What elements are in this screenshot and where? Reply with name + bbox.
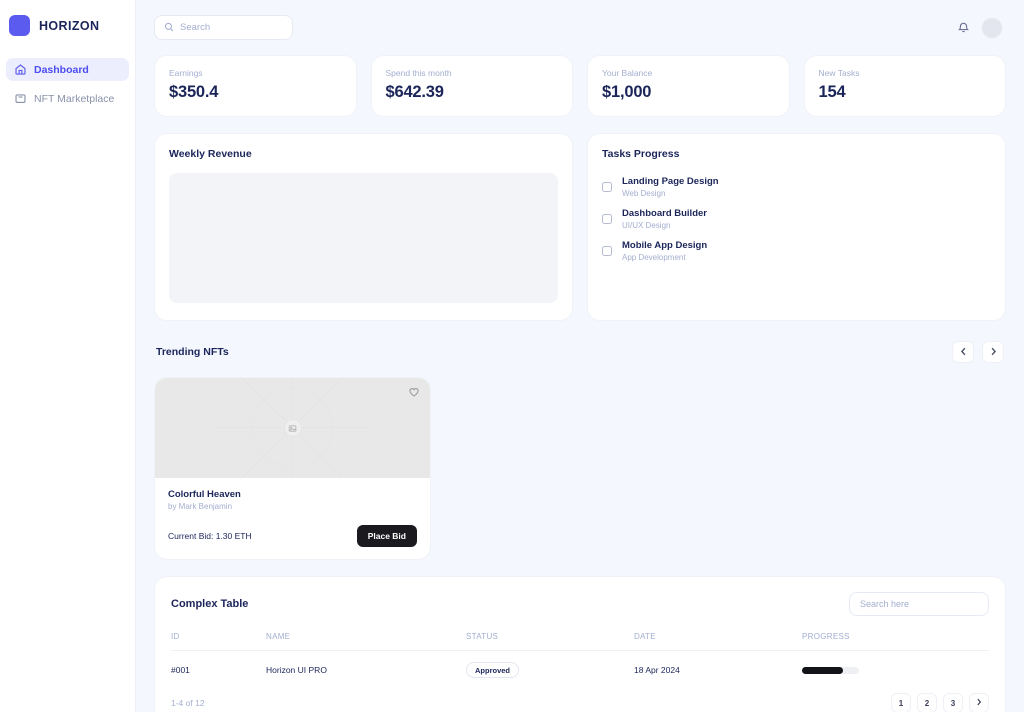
cell-name: Horizon UI PRO: [266, 665, 327, 675]
task-name: Mobile App Design: [622, 240, 708, 251]
stat-card-new-tasks: New Tasks 154: [803, 55, 1006, 117]
panels-row: Weekly Revenue Tasks Progress Landing Pa…: [154, 133, 1006, 321]
heart-icon[interactable]: [408, 385, 420, 397]
chevron-right-icon: [990, 343, 997, 361]
image-icon: [283, 419, 302, 437]
table-row[interactable]: #001 Horizon UI PRO Approved 18 Apr 2024: [171, 651, 989, 679]
task-checkbox[interactable]: [602, 246, 612, 256]
brand-name: HORIZON: [39, 18, 100, 33]
task-item[interactable]: Dashboard Builder UI/UX Design: [602, 206, 991, 232]
search-input[interactable]: [180, 22, 283, 33]
sidebar: HORIZON Dashboard NFT Marketplace: [0, 0, 136, 712]
task-category: UI/UX Design: [622, 221, 671, 230]
stat-value: 154: [818, 83, 846, 101]
revenue-chart-placeholder: [169, 173, 558, 303]
stat-label: New Tasks: [818, 68, 860, 78]
home-icon: [14, 63, 27, 76]
table-title: Complex Table: [171, 598, 249, 610]
topbar: [154, 0, 1006, 55]
avatar[interactable]: [982, 17, 1002, 38]
stat-label: Your Balance: [602, 68, 653, 78]
nft-details: Colorful Heaven by Mark Benjamin Current…: [155, 478, 430, 559]
sidebar-item-label: NFT Marketplace: [34, 92, 115, 105]
stat-label: Earnings: [169, 68, 203, 78]
task-item[interactable]: Landing Page Design Web Design: [602, 174, 991, 200]
chevron-left-icon: [960, 343, 967, 361]
task-name: Dashboard Builder: [622, 208, 707, 219]
page-button-3[interactable]: 3: [943, 693, 963, 712]
search-bar[interactable]: [154, 15, 293, 40]
main-content: Earnings $350.4 Spend this month $642.39…: [136, 0, 1024, 712]
table-head: ID NAME STATUS DATE PROGRESS: [171, 632, 989, 651]
column-header-status: STATUS: [466, 632, 634, 651]
task-checkbox[interactable]: [602, 182, 612, 192]
sidebar-item-dashboard[interactable]: Dashboard: [6, 58, 129, 81]
task-list: Landing Page Design Web Design Dashboard…: [602, 174, 991, 264]
dashboard-app: HORIZON Dashboard NFT Marketplace Search…: [0, 0, 1024, 712]
chevron-right-icon: [976, 698, 982, 708]
nft-current-bid: Current Bid: 1.30 ETH: [168, 531, 252, 541]
nft-author: by Mark Benjamin: [168, 502, 233, 511]
progress-bar-fill: [802, 666, 844, 674]
page-button-2[interactable]: 2: [917, 693, 937, 712]
page-next-button[interactable]: [969, 693, 989, 712]
data-table: ID NAME STATUS DATE PROGRESS #001 Horizo…: [171, 632, 989, 678]
trending-title: Trending NFTs: [156, 346, 229, 358]
carousel-next-button[interactable]: [982, 341, 1004, 363]
trending-header: Trending NFTs: [154, 341, 1006, 363]
status-badge: Approved: [466, 662, 520, 678]
pagination: 1 2 3: [891, 693, 989, 712]
nft-card[interactable]: Colorful Heaven by Mark Benjamin Current…: [154, 377, 431, 560]
tasks-progress-panel: Tasks Progress Landing Page Design Web D…: [587, 133, 1006, 321]
cell-id: #001: [171, 665, 190, 675]
stat-card-spend-this-month: Spend this month $642.39: [370, 55, 573, 117]
sidebar-nav: Dashboard NFT Marketplace: [0, 58, 135, 110]
table-header-row: Complex Table: [171, 592, 989, 616]
progress-bar: [802, 666, 859, 674]
column-header-name: NAME: [266, 632, 466, 651]
carousel-arrows: [952, 341, 1004, 363]
cell-progress: [802, 651, 989, 679]
sidebar-item-nft-marketplace[interactable]: NFT Marketplace: [6, 87, 129, 110]
task-category: Web Design: [622, 189, 666, 198]
table-body: #001 Horizon UI PRO Approved 18 Apr 2024: [171, 651, 989, 679]
task-category: App Development: [622, 253, 686, 262]
brand: HORIZON: [0, 9, 135, 39]
carousel-prev-button[interactable]: [952, 341, 974, 363]
stat-value: $642.39: [385, 83, 444, 101]
column-header-progress: PROGRESS: [802, 632, 989, 651]
panel-title: Weekly Revenue: [169, 148, 252, 160]
sidebar-item-label: Dashboard: [34, 63, 89, 76]
task-name: Landing Page Design: [622, 176, 719, 187]
stat-value: $350.4: [169, 83, 219, 101]
task-item[interactable]: Mobile App Design App Development: [602, 238, 991, 264]
stat-card-your-balance: Your Balance $1,000: [587, 55, 790, 117]
table-header: ID NAME STATUS DATE PROGRESS: [171, 632, 989, 651]
table-footer: 1-4 of 12 1 2 3: [171, 693, 989, 712]
stat-label: Spend this month: [385, 68, 452, 78]
place-bid-button[interactable]: Place Bid: [356, 525, 417, 547]
nft-image: [155, 378, 430, 478]
cell-date: 18 Apr 2024: [634, 665, 680, 675]
task-checkbox[interactable]: [602, 214, 612, 224]
stat-cards: Earnings $350.4 Spend this month $642.39…: [154, 55, 1006, 117]
search-icon: [164, 19, 174, 37]
column-header-date: DATE: [634, 632, 802, 651]
stat-card-earnings: Earnings $350.4: [154, 55, 357, 117]
nft-name: Colorful Heaven: [168, 489, 241, 500]
result-count: 1-4 of 12: [171, 698, 205, 708]
stat-value: $1,000: [602, 83, 652, 101]
complex-table-card: Complex Table ID NAME STATUS DATE PROGRE…: [154, 576, 1006, 712]
topbar-actions: [957, 17, 1006, 38]
cell-status: Approved: [466, 651, 634, 678]
column-header-id: ID: [171, 632, 266, 651]
nft-footer: Current Bid: 1.30 ETH Place Bid: [168, 525, 417, 547]
weekly-revenue-panel: Weekly Revenue: [154, 133, 573, 321]
bag-icon: [14, 92, 27, 105]
panel-title: Tasks Progress: [602, 148, 680, 160]
page-button-1[interactable]: 1: [891, 693, 911, 712]
horizon-logo-icon: [9, 15, 30, 36]
table-search-input[interactable]: [849, 592, 989, 616]
bell-icon[interactable]: [957, 21, 970, 34]
